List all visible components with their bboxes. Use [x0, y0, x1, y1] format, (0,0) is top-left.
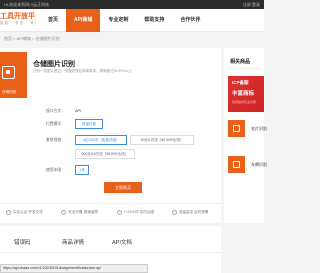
feature-item: 实名认证 开发交流 — [0, 205, 55, 219]
nav-home[interactable]: 首页 — [40, 9, 66, 32]
tab-product-details[interactable]: 商品详情 — [62, 238, 84, 246]
logo-subtitle: 智能 · 安全 · 开放 — [0, 21, 36, 25]
panel-divider — [0, 203, 221, 204]
nav-help[interactable]: 帮助支持 — [136, 9, 172, 32]
clock-icon — [116, 209, 122, 215]
related-sidebar: 相关商品 ICP备案 丰富商标 免费提供营业执照 名片识别 车牌识别 — [224, 48, 267, 223]
promo-line3: 免费提供营业执照 — [232, 100, 257, 104]
product-description: 识别一张图片是否，快速处理且简单易用，精确度达99.99%以上 — [33, 69, 133, 73]
type-value: API — [75, 109, 82, 113]
spec-option-free[interactable]: 0元/100次（免费试用） — [75, 135, 127, 145]
type-label: 接口方式： — [46, 109, 65, 113]
top-bar: HI,欢迎来到四川云正科技 注册 登录 — [0, 0, 264, 9]
promo-line2: 丰富商标 — [232, 91, 255, 97]
spec-option-10k[interactable]: 90元/1万次（¥0.009元/次） — [130, 135, 194, 145]
check-icon — [6, 209, 11, 215]
pay-label: 付费模式： — [46, 122, 65, 126]
tab-error-codes[interactable]: 错误码 — [14, 238, 31, 246]
sidebar-title: 相关商品 — [230, 59, 251, 65]
status-url: https://api.cnaaz.com/v1/20240101/imagei… — [0, 264, 148, 273]
product-image-label: 仓储识别 — [2, 90, 16, 94]
related-item-card-icon[interactable] — [228, 120, 245, 137]
related-item-plate-icon[interactable] — [228, 156, 245, 173]
qty-option[interactable]: 1年 — [75, 165, 89, 175]
product-image: 仓储识别 — [0, 52, 27, 98]
tab-api-docs[interactable]: API文档 — [112, 238, 132, 246]
related-item-label[interactable]: 车牌识别 — [251, 162, 267, 168]
main-nav: 首页 API商城 专业定制 帮助支持 合作伙伴 — [40, 9, 208, 32]
sidebar-divider — [228, 68, 260, 69]
monitor-icon — [171, 209, 177, 215]
logo-title: 工具开放平台 — [0, 13, 36, 20]
breadcrumb[interactable]: 首页 > API商城 > 仓储图片识别 — [4, 36, 60, 42]
nav-partners[interactable]: 合作伙伴 — [172, 9, 208, 32]
feature-item: 流量监控 及时预警 — [166, 205, 221, 219]
shield-icon — [61, 209, 67, 215]
site-logo[interactable]: 工具开放平台 智能 · 安全 · 开放 — [0, 12, 36, 28]
image-icon — [2, 66, 15, 79]
spec-option-100k[interactable]: 900元/10万次（¥0.009元/次） — [75, 149, 135, 159]
nav-api-mall[interactable]: API商城 — [66, 9, 101, 32]
nav-custom[interactable]: 专业定制 — [100, 9, 136, 32]
promo-banner[interactable]: ICP备案 丰富商标 免费提供营业执照 — [228, 76, 264, 112]
welcome-text: HI,欢迎来到四川云正科技 — [4, 2, 50, 7]
qty-label: 使用年限： — [46, 168, 65, 172]
pay-option[interactable]: 按量付费 — [75, 119, 103, 129]
related-item-label[interactable]: 名片识别 — [251, 126, 267, 132]
feature-item: 安全可靠 极速保障 — [55, 205, 110, 219]
buy-now-button[interactable]: 立即购买 — [104, 182, 142, 193]
product-title: 仓储图片识别 — [33, 61, 75, 68]
feature-strip: 实名认证 开发交流 安全可靠 极速保障 7×24小时 实时运维 流量监控 及时预… — [0, 205, 221, 219]
tabs-underline — [0, 252, 221, 253]
promo-line1: ICP备案 — [232, 80, 249, 85]
feature-item: 7×24小时 实时运维 — [111, 205, 166, 219]
spec-label: 套餐规格： — [46, 138, 65, 142]
product-panel: 仓储识别 仓储图片识别 识别一张图片是否，快速处理且简单易用，精确度达99.99… — [0, 48, 221, 223]
site-header: 工具开放平台 智能 · 安全 · 开放 首页 API商城 专业定制 帮助支持 合… — [0, 9, 264, 32]
login-links[interactable]: 注册 登录 — [243, 0, 260, 9]
